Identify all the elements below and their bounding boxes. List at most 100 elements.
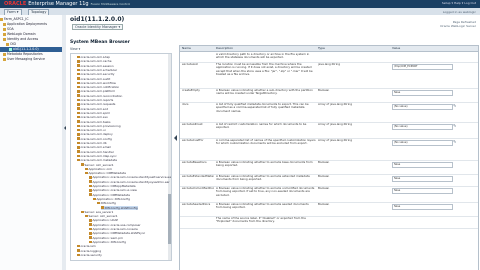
folder-icon: [89, 223, 92, 226]
folder-icon: [77, 154, 80, 158]
edit-pencil-icon[interactable]: ✎: [453, 139, 456, 144]
mbean-tree: oracle.iam.oim.Ldap oracle.iam.oim.cache o…: [70, 53, 172, 261]
folder-icon: [77, 133, 80, 136]
edit-pencil-icon[interactable]: ✎: [453, 103, 456, 108]
folder-icon: [77, 90, 80, 93]
product-name: Enterprise Manager 11g: [28, 1, 89, 7]
collapse-mbean-tree-icon[interactable]: [174, 135, 177, 141]
attribute-value-field[interactable]: (No value): [392, 124, 453, 130]
attribute-description: A list of fully qualified metadata docum…: [216, 103, 309, 113]
folder-icon: [85, 171, 88, 175]
folder-icon: [77, 94, 80, 97]
attribute-description: A Boolean value indicating whether to ex…: [216, 175, 310, 182]
attribute-row: excludeSeededDocs A Boolean value indicat…: [180, 202, 478, 217]
attribute-value-field[interactable]: false: [392, 176, 453, 182]
attribute-name: excludeSeededDocs: [182, 203, 211, 206]
oracle-logo: ORACLE: [4, 1, 27, 7]
folder-icon: [81, 163, 84, 166]
mbean-browser-title: System MBean Browser: [70, 40, 130, 45]
attribute-name: excludeUnmodifiedDocs: [182, 187, 214, 190]
attribute-type: Array of java.lang.String: [318, 123, 353, 126]
folder-icon: [93, 197, 96, 201]
folder-icon: [77, 81, 80, 85]
folder-icon: [3, 52, 6, 56]
view-menu[interactable]: View ▾: [70, 47, 80, 51]
attribute-type: [318, 53, 388, 61]
col-header-description[interactable]: Description: [216, 46, 233, 51]
attribute-description: A Boolean value indicating whether a sub…: [216, 89, 313, 96]
attribute-name: docs: [182, 103, 189, 106]
folder-icon: [77, 249, 80, 252]
folder-icon: [0, 17, 3, 21]
attribute-name: excludeBaseDocs: [182, 161, 207, 164]
target-dropdown[interactable]: Oracle Identity Manager ▾: [72, 24, 124, 30]
folder-icon: [85, 167, 88, 171]
attribute-value-field[interactable]: false: [392, 162, 453, 168]
header-bar: ORACLE Enterprise Manager 11g Fusion Middl…: [0, 0, 480, 8]
target-navigation-tree: Farm_ASPC1_IC Application Deployments SO…: [0, 15, 63, 270]
attribute-type: Boolean: [318, 89, 330, 92]
mbean-tree-scrollbar[interactable]: [168, 54, 171, 260]
attribute-description: A comma-separated list of names of the s…: [216, 139, 316, 146]
oem-app-window: ORACLE Enterprise Manager 11g Fusion Middl…: [0, 0, 480, 270]
attribute-row: docs A list of fully qualified metadata d…: [180, 102, 478, 123]
attribute-type: Array of java.lang.String: [318, 103, 353, 106]
folder-icon: [77, 120, 80, 123]
folder-icon: [77, 158, 80, 162]
col-header-name[interactable]: Name: [182, 46, 191, 51]
server-type-text: Oracle WebLogic Server: [440, 24, 476, 28]
page-title: oid1(11.1.2.0.0): [70, 16, 125, 23]
folder-icon: [77, 146, 80, 149]
attribute-row: excludeBaseDocs A Boolean value indicatin…: [180, 160, 478, 175]
col-header-value[interactable]: Value: [392, 46, 400, 51]
main-content: oid1(11.1.2.0.0) Oracle Identity Manager…: [66, 15, 480, 270]
attribute-name: excludeExtendedMetadata: [182, 175, 214, 178]
attribute-value-field[interactable]: false: [392, 188, 453, 194]
mbean-tree-item[interactable]: oracle.security: [77, 253, 102, 257]
scrollbar-thumb[interactable]: [168, 194, 171, 244]
folder-icon: [85, 214, 88, 218]
folder-icon: [101, 206, 104, 209]
attribute-value-field[interactable]: false: [392, 204, 453, 210]
folder-icon: [77, 77, 80, 80]
attribute-name: [182, 217, 214, 227]
folder-icon: [89, 184, 92, 188]
folder-icon: [77, 124, 80, 128]
folder-icon: [89, 176, 92, 179]
attribute-row: excludeUnmodifiedDocs A Boolean value ind…: [180, 186, 478, 203]
folder-icon: [77, 55, 80, 59]
folder-icon: [77, 85, 80, 89]
attribute-description: A valid directory path to a directory or…: [216, 53, 310, 60]
product-brand: ORACLE Enterprise Manager 11g Fusion Middl…: [4, 0, 130, 8]
mbean-tree-item-label: oracle.security: [80, 252, 102, 257]
folder-icon: [77, 98, 80, 102]
attribute-value-field[interactable]: (No value): [392, 104, 453, 110]
edit-pencil-icon[interactable]: ✎: [453, 123, 456, 128]
folder-icon: [77, 111, 80, 115]
header-links[interactable]: Setup ▾ Help ▾ Log Out: [442, 1, 476, 5]
attribute-value-field[interactable]: /tmp/OIM_EXPORT: [392, 64, 453, 70]
attribute-name: excludeAllCust: [182, 123, 203, 126]
attribute-description: The name of the source label. If "disabl…: [216, 217, 306, 224]
folder-icon: [77, 72, 80, 76]
attribute-name: excludeCustFor: [182, 139, 204, 142]
folder-icon: [77, 107, 80, 110]
page-refresh-info: Page Refreshed Oracle WebLogic Server: [440, 20, 476, 28]
attribute-row: excludeAllCust A list of restrict customi…: [180, 122, 478, 139]
attribute-value-field[interactable]: (No value): [392, 140, 453, 146]
folder-icon: [97, 201, 100, 205]
attribute-row: createEmpty A Boolean value indicating wh…: [180, 88, 478, 103]
logged-in-text: Logged in as weblogic: [442, 10, 476, 14]
folder-icon: [89, 189, 92, 192]
attribute-type: Boolean: [318, 203, 330, 206]
folder-icon: [77, 60, 80, 63]
nav-item-user-messaging[interactable]: User Messaging Service: [0, 57, 65, 62]
attribute-description: The location must be accessible from the…: [216, 63, 313, 77]
attribute-name: [182, 53, 214, 61]
col-header-type[interactable]: Type: [318, 46, 325, 51]
attribute-type: java.lang.String: [318, 63, 341, 66]
folder-icon: [81, 210, 84, 214]
attribute-value-field[interactable]: false: [392, 90, 453, 96]
attribute-name: createEmpty: [182, 89, 200, 92]
attribute-description: A Boolean value indicating whether to ex…: [216, 187, 315, 197]
